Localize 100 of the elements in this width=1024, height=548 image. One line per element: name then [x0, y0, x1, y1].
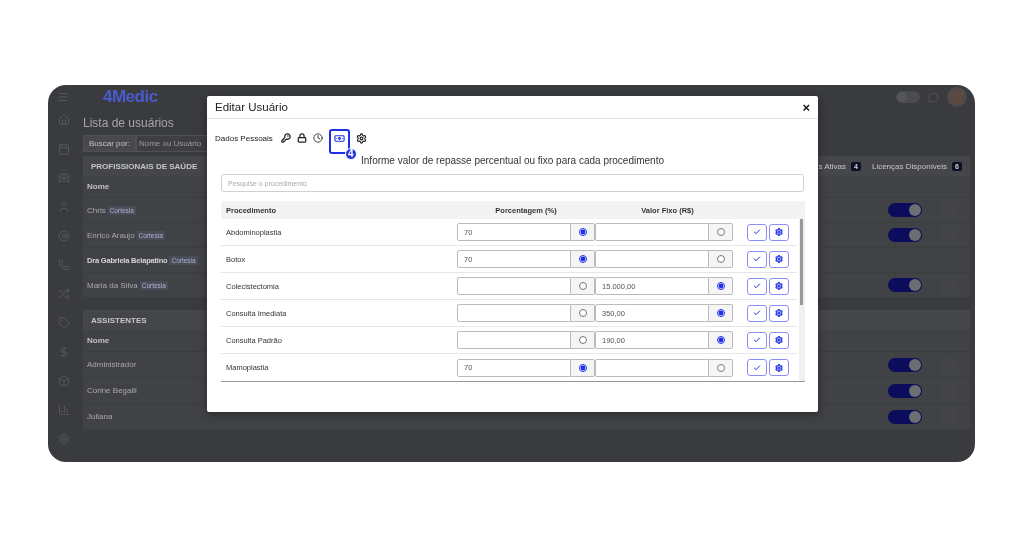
radio-addon[interactable] [709, 250, 733, 268]
close-icon [944, 205, 954, 215]
close-icon [944, 360, 954, 369]
calendar-icon[interactable] [58, 143, 70, 155]
radio-button[interactable] [578, 309, 587, 317]
percent-field[interactable] [457, 331, 571, 349]
radio-button[interactable] [716, 336, 725, 344]
theme-switch[interactable] [896, 91, 920, 103]
active-switch[interactable] [888, 357, 922, 372]
user-name: Corine Begalli [87, 386, 137, 395]
radio-addon[interactable] [709, 304, 733, 322]
radio-button[interactable] [716, 309, 725, 317]
logo: 4Medic [103, 87, 158, 107]
settings-icon [775, 309, 783, 317]
chat-icon[interactable] [928, 91, 939, 103]
scrollbar[interactable] [799, 219, 805, 381]
icon-tab[interactable] [328, 128, 350, 154]
settings-button[interactable] [769, 304, 789, 322]
check-icon [753, 255, 761, 263]
icon-tab[interactable] [280, 133, 291, 143]
radio-addon[interactable] [709, 277, 733, 295]
search-label: Buscar por: [83, 135, 136, 152]
settings-button[interactable] [769, 359, 789, 376]
fixed-value-field[interactable] [595, 358, 709, 377]
close-icon [944, 230, 954, 240]
fixed-value-field[interactable] [595, 223, 709, 241]
home-icon[interactable] [58, 114, 70, 126]
settings-icon [355, 132, 367, 144]
user-name: Administrador [87, 360, 137, 369]
section-title: PROFISSIONAIS DE SAÚDE [91, 161, 198, 171]
radio-addon[interactable] [571, 304, 595, 322]
radio-button[interactable] [716, 228, 725, 236]
instructions-text: Informe valor de repasse percentual ou fixo para cada procedimento [361, 155, 664, 166]
icon-tab[interactable] [355, 132, 367, 144]
chart-icon[interactable] [58, 404, 70, 416]
settings-button[interactable] [769, 223, 789, 241]
radio-addon[interactable] [709, 223, 733, 241]
banknote-icon [333, 132, 345, 144]
radio-addon[interactable] [571, 358, 595, 377]
settings-button[interactable] [769, 277, 789, 295]
radio-addon[interactable] [571, 277, 595, 295]
settings-icon [775, 336, 783, 344]
percent-field[interactable] [457, 277, 571, 295]
settings-icon [775, 228, 783, 236]
dollar-icon[interactable] [58, 346, 70, 358]
radio-addon[interactable] [571, 223, 595, 241]
settings-icon [775, 255, 783, 263]
step-badge: 4 [344, 147, 357, 160]
icon-tab[interactable] [296, 133, 307, 143]
user-name: Maria da Silva [87, 280, 138, 290]
radio-addon[interactable] [571, 250, 595, 268]
radio-button[interactable] [578, 363, 587, 372]
confirm-button[interactable] [747, 304, 767, 322]
phone-icon[interactable] [58, 259, 70, 271]
confirm-button[interactable] [747, 277, 767, 295]
radio-addon[interactable] [571, 331, 595, 349]
radio-button[interactable] [578, 282, 587, 290]
confirm-button[interactable] [747, 359, 767, 376]
key-icon [280, 133, 291, 143]
user-name: Enrico Araujo [87, 230, 135, 240]
active-switch[interactable] [888, 409, 922, 424]
sofa-icon[interactable] [58, 172, 70, 184]
user-name: Chris [87, 205, 106, 215]
clock-icon [312, 133, 323, 143]
active-switch[interactable] [888, 228, 922, 242]
radio-button[interactable] [578, 228, 587, 236]
radio-button[interactable] [716, 282, 725, 290]
percent-field[interactable] [457, 304, 571, 322]
radio-button[interactable] [716, 255, 725, 263]
box-icon[interactable] [58, 375, 70, 387]
check-icon [753, 309, 761, 317]
active-switch[interactable] [888, 383, 922, 398]
confirm-button[interactable] [747, 331, 767, 349]
lock-icon [296, 133, 307, 143]
check-icon [753, 282, 761, 290]
radio-addon[interactable] [709, 358, 733, 377]
close-button[interactable]: × [802, 99, 810, 115]
radio-button[interactable] [578, 336, 587, 344]
active-switch[interactable] [888, 203, 922, 217]
settings-icon [775, 363, 783, 372]
radio-button[interactable] [578, 255, 587, 263]
radio-addon[interactable] [709, 331, 733, 349]
check-icon [753, 363, 761, 372]
settings-button[interactable] [769, 331, 789, 349]
fixed-value-field[interactable] [595, 250, 709, 268]
active-switch[interactable] [888, 278, 922, 292]
confirm-button[interactable] [747, 250, 767, 268]
settings-button[interactable] [769, 250, 789, 268]
check-icon [753, 228, 761, 236]
close-icon [944, 386, 954, 395]
shuffle-icon[interactable] [58, 288, 70, 300]
tag-icon[interactable] [58, 317, 70, 329]
user-name: Juliana [87, 412, 113, 421]
page-title: Lista de usuários [83, 116, 175, 130]
radio-button[interactable] [716, 363, 725, 372]
license-label: s Ativas [818, 161, 847, 171]
menu-icon[interactable] [57, 91, 69, 103]
close-icon [944, 412, 954, 421]
confirm-button[interactable] [747, 223, 767, 241]
section-title: ASSISTENTES [91, 315, 147, 325]
